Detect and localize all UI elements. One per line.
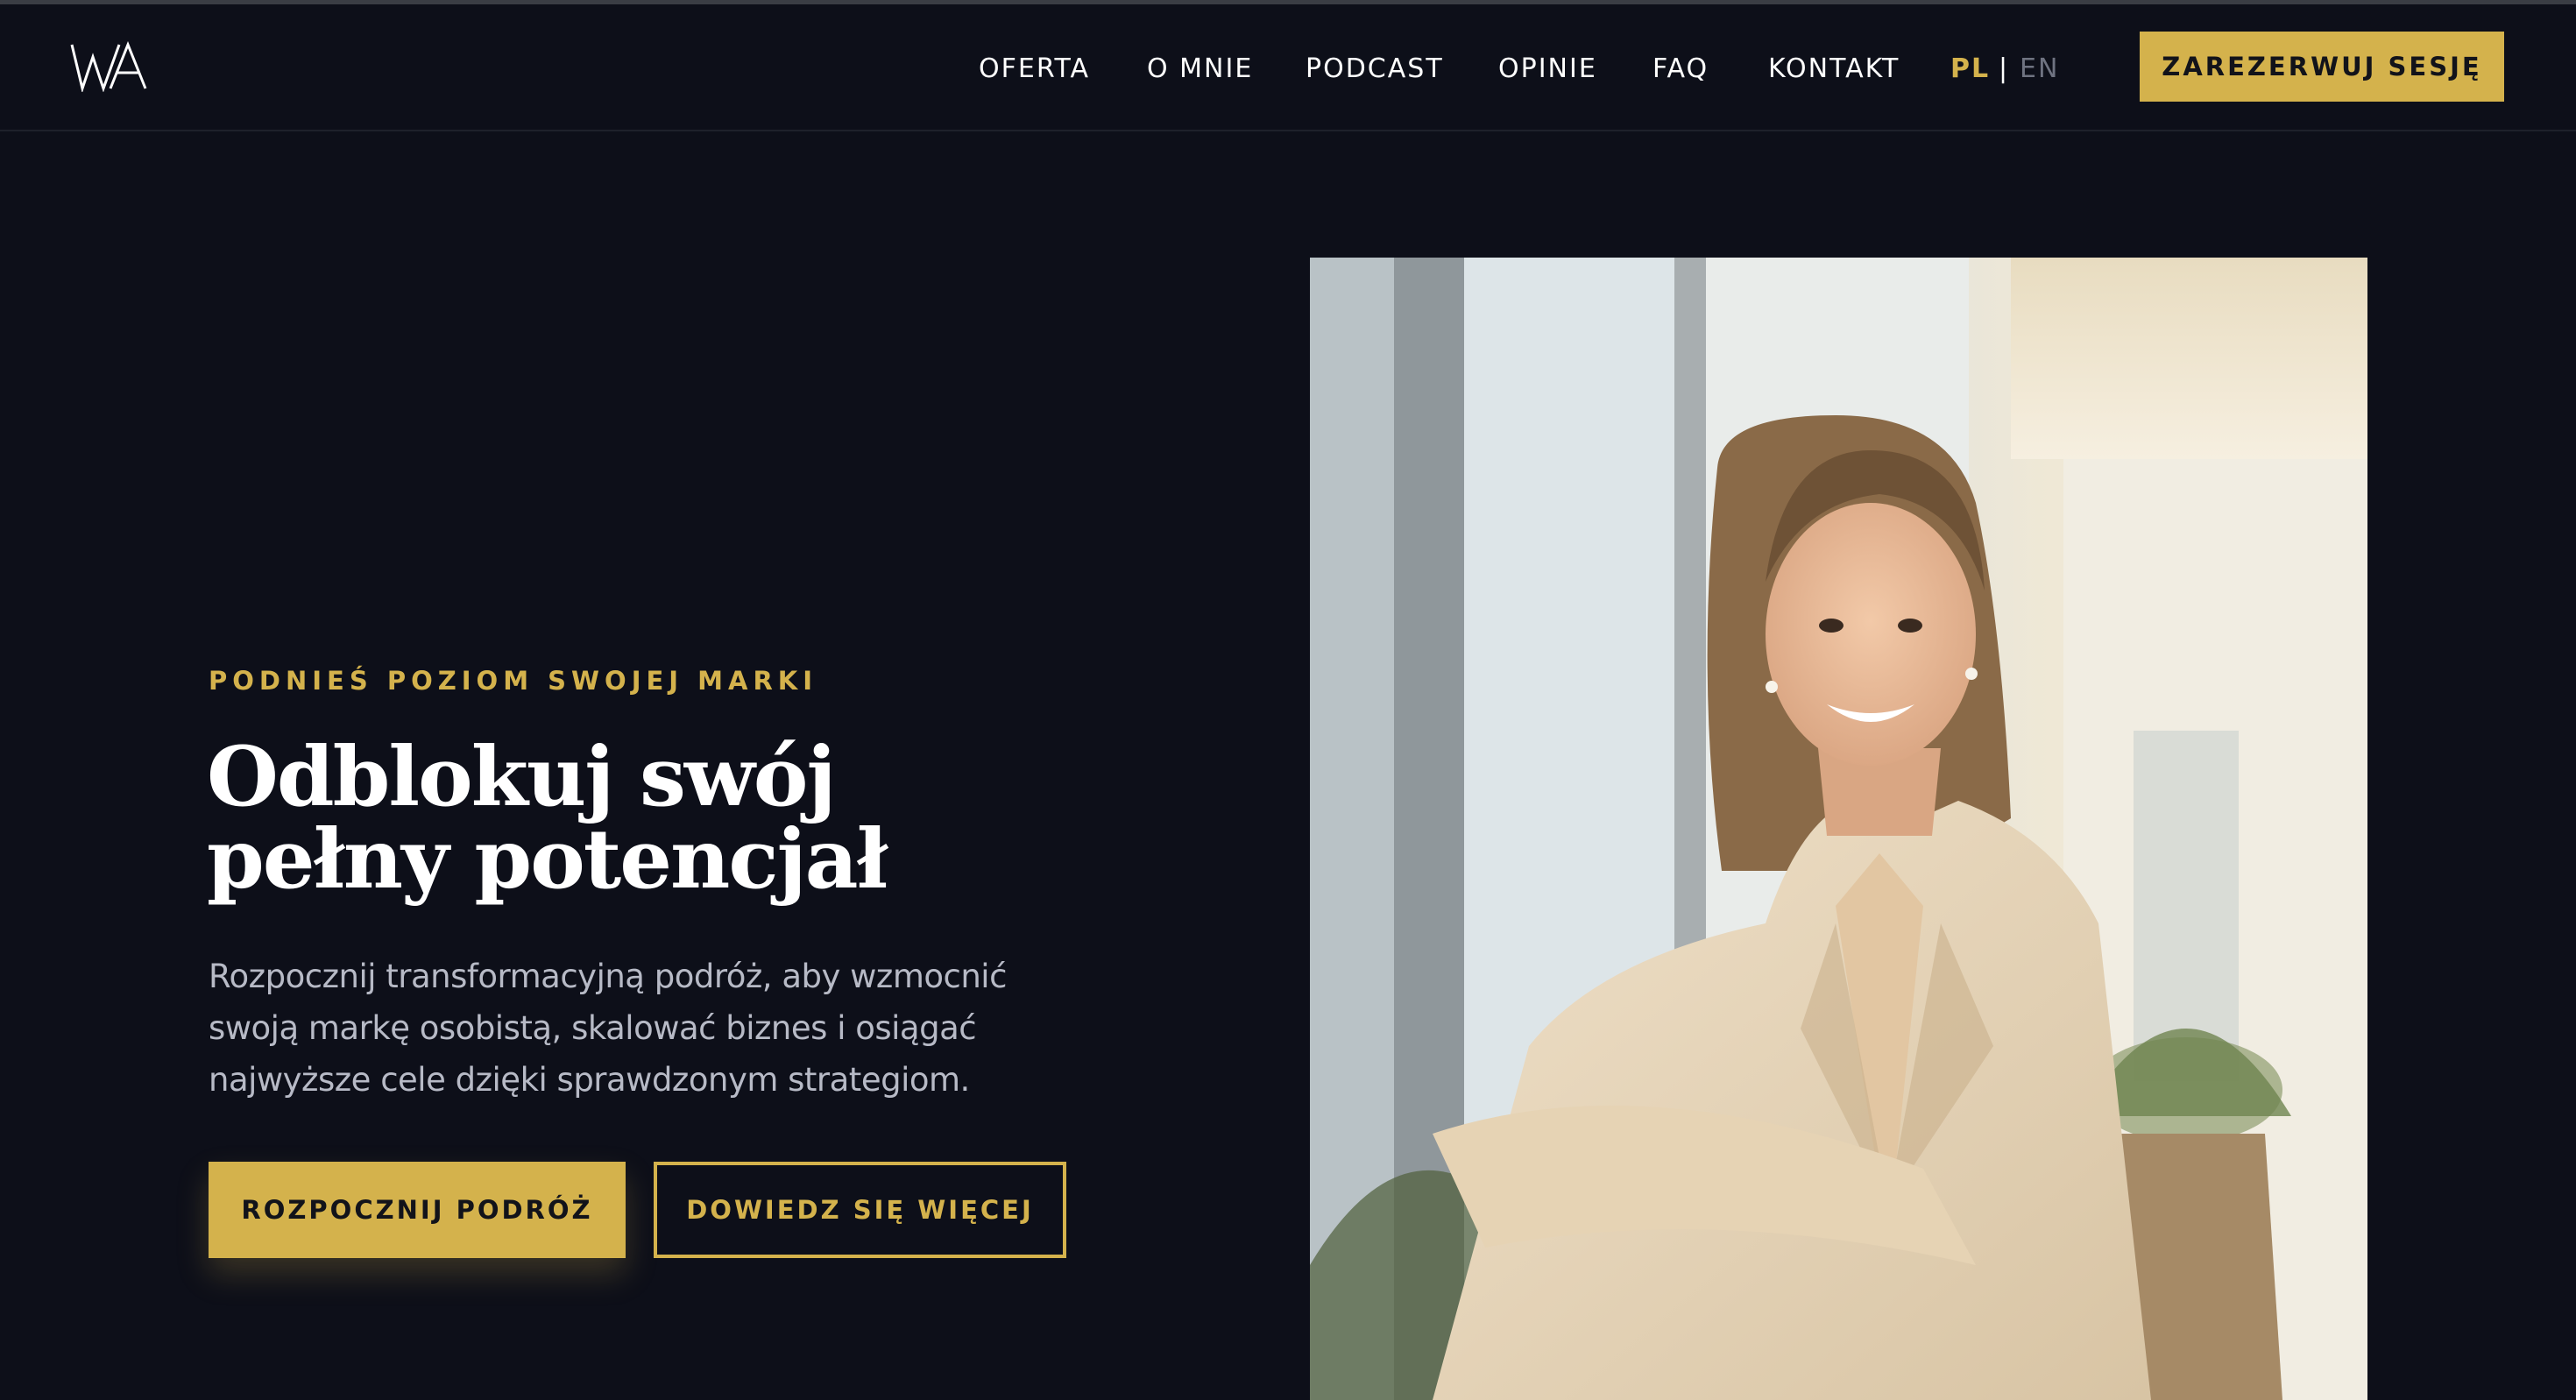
portrait-photo	[1310, 258, 2367, 1400]
start-journey-button[interactable]: ROZPOCZNIJ PODRÓŻ	[209, 1162, 626, 1258]
nav-item-faq[interactable]: FAQ	[1652, 53, 1709, 84]
language-separator: |	[1999, 53, 2008, 84]
nav-item-podcast[interactable]: PODCAST	[1306, 53, 1444, 84]
wa-monogram-logo[interactable]	[70, 41, 149, 92]
hero-title-line-1: Odblokuj swój	[207, 729, 837, 825]
book-session-button[interactable]: ZAREZERWUJ SESJĘ	[2140, 32, 2504, 102]
site-header: OFERTA O MNIE PODCAST OPINIE FAQ KONTAKT…	[0, 4, 2576, 131]
language-pl[interactable]: PL	[1950, 53, 1990, 84]
hero-title-line-2: pełny potencjał	[207, 811, 888, 908]
nav-item-oferta[interactable]: OFERTA	[979, 53, 1090, 84]
nav-item-kontakt[interactable]: KONTAKT	[1768, 53, 1900, 84]
nav-item-o-mnie[interactable]: O MNIE	[1147, 53, 1253, 84]
nav-item-opinie[interactable]: OPINIE	[1498, 53, 1597, 84]
language-en[interactable]: EN	[2020, 53, 2059, 84]
learn-more-button[interactable]: DOWIEDZ SIĘ WIĘCEJ	[654, 1162, 1066, 1258]
hero-lead: Rozpocznij transformacyjną podróż, aby w…	[209, 958, 1007, 1099]
hero-eyebrow: PODNIEŚ POZIOM SWOJEJ MARKI	[209, 666, 818, 696]
hero-title: Odblokuj swój pełny potencjał	[207, 736, 908, 901]
